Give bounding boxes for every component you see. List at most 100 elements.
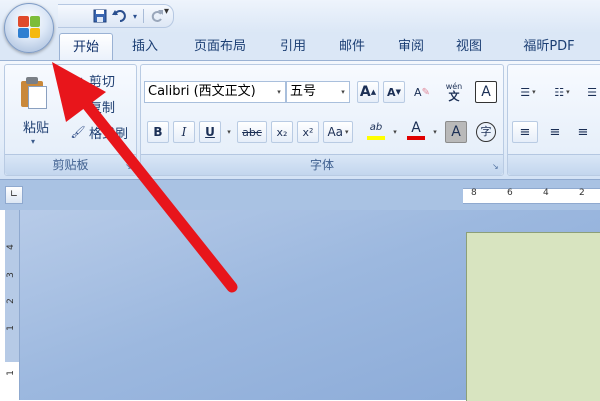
ruler-label: 3: [5, 272, 16, 278]
ruler-label: 2: [579, 188, 585, 198]
copy-button[interactable]: ❐ 复制: [69, 95, 115, 117]
shrink-font-button[interactable]: A ▼: [383, 81, 405, 103]
shrink-font-icon: A: [387, 85, 396, 99]
tab-review[interactable]: 审阅: [386, 33, 436, 60]
ruler-label: 8: [471, 188, 477, 198]
highlight-button[interactable]: ab: [363, 119, 389, 143]
highlight-icon: ab: [369, 121, 383, 133]
clear-formatting-icon: A: [414, 85, 422, 99]
font-size-combo[interactable]: 五号 ▾: [286, 81, 350, 103]
align-left-icon: ≡: [519, 124, 531, 140]
qat-separator: [143, 9, 144, 23]
font-name-combo[interactable]: Calibri (西文正文) ▾: [144, 81, 286, 103]
clipboard-dialog-launcher-icon[interactable]: ↘: [125, 163, 133, 171]
underline-dropdown-icon[interactable]: ▾: [223, 121, 233, 143]
font-color-button[interactable]: A: [403, 119, 429, 143]
tab-home[interactable]: 开始: [59, 33, 113, 61]
quick-access-toolbar: ▾: [58, 4, 174, 28]
phonetic-guide-button[interactable]: wén 文: [443, 81, 465, 103]
tab-references[interactable]: 引用: [268, 33, 318, 60]
ruler-label: 1: [5, 370, 16, 376]
align-center-button[interactable]: ≡: [542, 121, 568, 143]
subscript-button[interactable]: x₂: [271, 121, 293, 143]
undo-icon[interactable]: [110, 7, 130, 25]
ruler-label: 6: [507, 188, 513, 198]
bold-button[interactable]: B: [147, 121, 169, 143]
multilevel-list-button[interactable]: ☰: [582, 81, 600, 103]
save-icon[interactable]: [90, 7, 110, 25]
character-border-button[interactable]: A: [475, 81, 497, 103]
grow-font-icon: A: [359, 84, 371, 100]
strikethrough-icon: abc: [242, 125, 262, 139]
copy-label: 复制: [89, 100, 116, 116]
subscript-icon: x₂: [276, 125, 288, 139]
character-shading-button[interactable]: A: [445, 121, 467, 143]
font-group: Calibri (西文正文) ▾ 五号 ▾ A ▲ A ▼ A ✎ wén 文 A B…: [140, 64, 504, 176]
font-color-dropdown-icon[interactable]: ▾: [429, 121, 439, 143]
enclose-characters-button[interactable]: 字: [475, 121, 497, 143]
paste-label: 粘贴: [23, 121, 50, 136]
font-size-dropdown-icon[interactable]: ▾: [337, 82, 349, 102]
brush-icon: 🖌: [70, 125, 86, 139]
font-color-bar: [407, 136, 425, 140]
font-group-label: 字体: [141, 154, 503, 175]
paste-icon: [19, 77, 47, 109]
vertical-ruler[interactable]: 4 3 2 1 1: [5, 210, 20, 400]
font-dialog-launcher-icon[interactable]: ↘: [492, 163, 500, 171]
tab-view[interactable]: 视图: [444, 33, 494, 60]
tab-foxit-pdf[interactable]: 福昕PDF: [504, 33, 594, 60]
tab-selector-icon[interactable]: ∟: [5, 186, 23, 204]
cut-button[interactable]: ✂ 剪切: [69, 69, 115, 91]
font-size-value: 五号: [290, 84, 317, 99]
horizontal-ruler[interactable]: 8 6 4 2: [463, 188, 600, 204]
numbering-button[interactable]: ☷ ▾: [548, 81, 576, 103]
customize-arrow-icon[interactable]: ▾: [164, 6, 169, 17]
italic-icon: I: [181, 125, 187, 139]
font-color-icon: A: [411, 120, 421, 136]
enclose-characters-icon: 字: [476, 122, 496, 142]
ruler-label: 4: [543, 188, 549, 198]
undo-dropdown-icon[interactable]: ▾: [130, 7, 140, 25]
office-button[interactable]: [4, 3, 54, 53]
underline-icon: U: [205, 125, 215, 139]
change-case-button[interactable]: Aa ▾: [323, 121, 353, 143]
highlight-dropdown-icon[interactable]: ▾: [389, 121, 399, 143]
multilevel-list-icon: ☰: [587, 85, 597, 99]
paste-button[interactable]: 粘贴 ▾: [5, 65, 61, 153]
underline-button[interactable]: U: [199, 121, 221, 143]
vertical-ruler-margin: [5, 362, 19, 400]
superscript-icon: x²: [302, 125, 314, 139]
align-left-button[interactable]: ≡: [512, 121, 538, 143]
phonetic-guide-icon: 文: [448, 90, 460, 103]
document-page[interactable]: [466, 232, 600, 401]
grow-font-button[interactable]: A ▲: [357, 81, 379, 103]
scissors-icon: ✂: [72, 73, 84, 87]
paragraph-group: ☰ ▾ ☷ ▾ ☰ ≡ ≡ ≡: [507, 64, 600, 176]
format-painter-label: 格式刷: [89, 126, 129, 142]
tab-page-layout[interactable]: 页面布局: [182, 33, 258, 60]
font-name-dropdown-icon[interactable]: ▾: [273, 82, 285, 102]
align-right-button[interactable]: ≡: [570, 121, 596, 143]
format-painter-button[interactable]: 🖌 格式刷: [69, 121, 128, 143]
strikethrough-button[interactable]: abc: [237, 121, 267, 143]
superscript-button[interactable]: x²: [297, 121, 319, 143]
clipboard-group: 粘贴 ▾ ✂ 剪切 ❐ 复制 🖌 格式刷 剪贴板 ↘: [4, 64, 137, 176]
title-bar: ▾ ▾: [0, 0, 600, 33]
bullets-button[interactable]: ☰ ▾: [514, 81, 542, 103]
character-border-icon: A: [481, 84, 491, 100]
cut-label: 剪切: [89, 74, 116, 90]
tab-mailings[interactable]: 邮件: [326, 33, 378, 60]
ruler-label: 1: [5, 325, 16, 331]
ribbon-tabs: 开始 插入 页面布局 引用 邮件 审阅 视图 福昕PDF: [0, 33, 600, 61]
italic-button[interactable]: I: [173, 121, 195, 143]
bold-icon: B: [153, 125, 163, 139]
bullets-icon: ☰: [520, 85, 531, 99]
ruler-label: 2: [5, 298, 16, 304]
copy-icon: ❐: [72, 99, 84, 113]
paste-dropdown-icon: ▾: [31, 137, 36, 146]
align-center-icon: ≡: [549, 124, 561, 140]
tab-insert[interactable]: 插入: [118, 33, 172, 60]
office-logo-icon: [18, 16, 40, 38]
clear-formatting-button[interactable]: A ✎: [411, 81, 433, 103]
change-case-icon: Aa: [327, 125, 344, 139]
